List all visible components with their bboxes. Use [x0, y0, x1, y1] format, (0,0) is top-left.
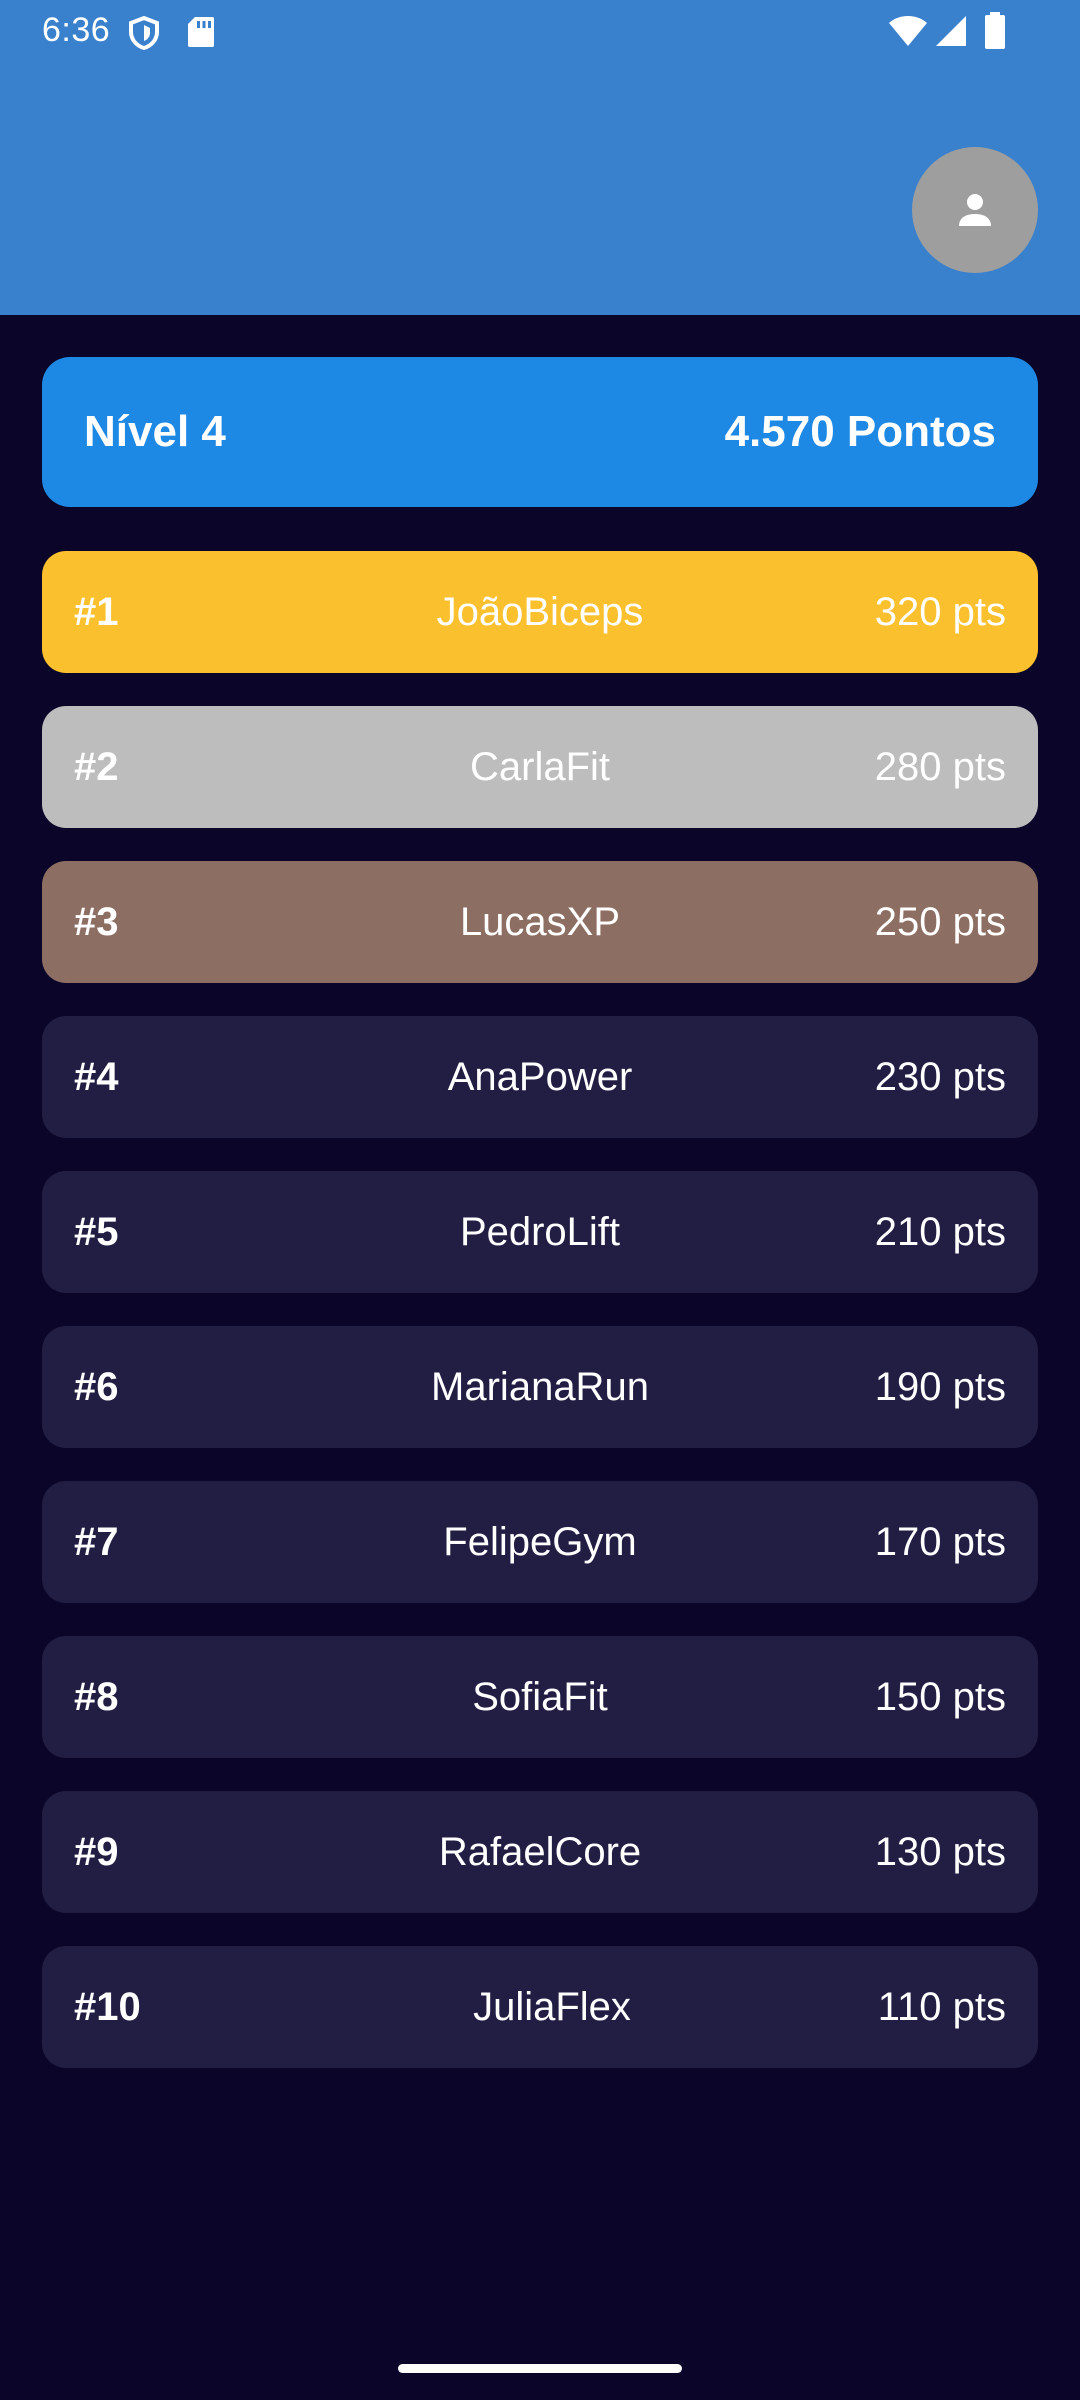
ranking-row-9[interactable]: #9 RafaelCore 130 pts: [42, 1791, 1038, 1913]
ranking-row-2[interactable]: #2 CarlaFit 280 pts: [42, 706, 1038, 828]
profile-avatar-button[interactable]: [912, 147, 1038, 273]
rank-position: #6: [74, 1365, 119, 1409]
rank-position: #7: [74, 1520, 119, 1564]
sd-card-icon: [188, 17, 214, 47]
battery-icon: [985, 12, 1005, 49]
rank-position: #4: [74, 1055, 119, 1099]
user-points: 320 pts: [874, 590, 1006, 634]
rank-position: #5: [74, 1210, 119, 1254]
ranking-row-7[interactable]: #7 FelipeGym 170 pts: [42, 1481, 1038, 1603]
user-points: 150 pts: [874, 1675, 1006, 1719]
rank-position: #10: [74, 1985, 141, 2029]
ranking-row-1[interactable]: #1 JoãoBiceps 320 pts: [42, 551, 1038, 673]
ranking-row-10[interactable]: #10 JuliaFlex 110 pts: [42, 1946, 1038, 2068]
user-points: 210 pts: [874, 1210, 1006, 1254]
rank-position: #3: [74, 900, 119, 944]
user-points: 190 pts: [874, 1365, 1006, 1409]
rank-position: #1: [74, 590, 119, 634]
wifi-icon: [889, 16, 927, 46]
user-points: 130 pts: [874, 1830, 1006, 1874]
ranking-row-6[interactable]: #6 MarianaRun 190 pts: [42, 1326, 1038, 1448]
user-points: 280 pts: [874, 745, 1006, 789]
total-points: 4.570 Pontos: [724, 407, 996, 456]
user-points: 250 pts: [874, 900, 1006, 944]
user-points: 230 pts: [874, 1055, 1006, 1099]
ranking-row-5[interactable]: #5 PedroLift 210 pts: [42, 1171, 1038, 1293]
level-card: Nível 4 4.570 Pontos: [42, 357, 1038, 507]
person-icon: [959, 194, 991, 226]
rank-position: #8: [74, 1675, 119, 1719]
shield-icon: [129, 16, 159, 50]
ranking-list: #1 JoãoBiceps 320 pts #2 CarlaFit 280 pt…: [42, 551, 1038, 2101]
rank-position: #2: [74, 745, 119, 789]
home-indicator[interactable]: [398, 2364, 682, 2373]
ranking-row-3[interactable]: #3 LucasXP 250 pts: [42, 861, 1038, 983]
status-bar: 6:36: [0, 0, 1080, 62]
status-time: 6:36: [42, 11, 111, 49]
user-points: 110 pts: [877, 1985, 1006, 2029]
cellular-signal-icon: [936, 16, 966, 46]
ranking-row-4[interactable]: #4 AnaPower 230 pts: [42, 1016, 1038, 1138]
app-header: 6:36: [0, 0, 1080, 315]
user-points: 170 pts: [874, 1520, 1006, 1564]
ranking-row-8[interactable]: #8 SofiaFit 150 pts: [42, 1636, 1038, 1758]
rank-position: #9: [74, 1830, 119, 1874]
level-label: Nível 4: [84, 407, 226, 456]
